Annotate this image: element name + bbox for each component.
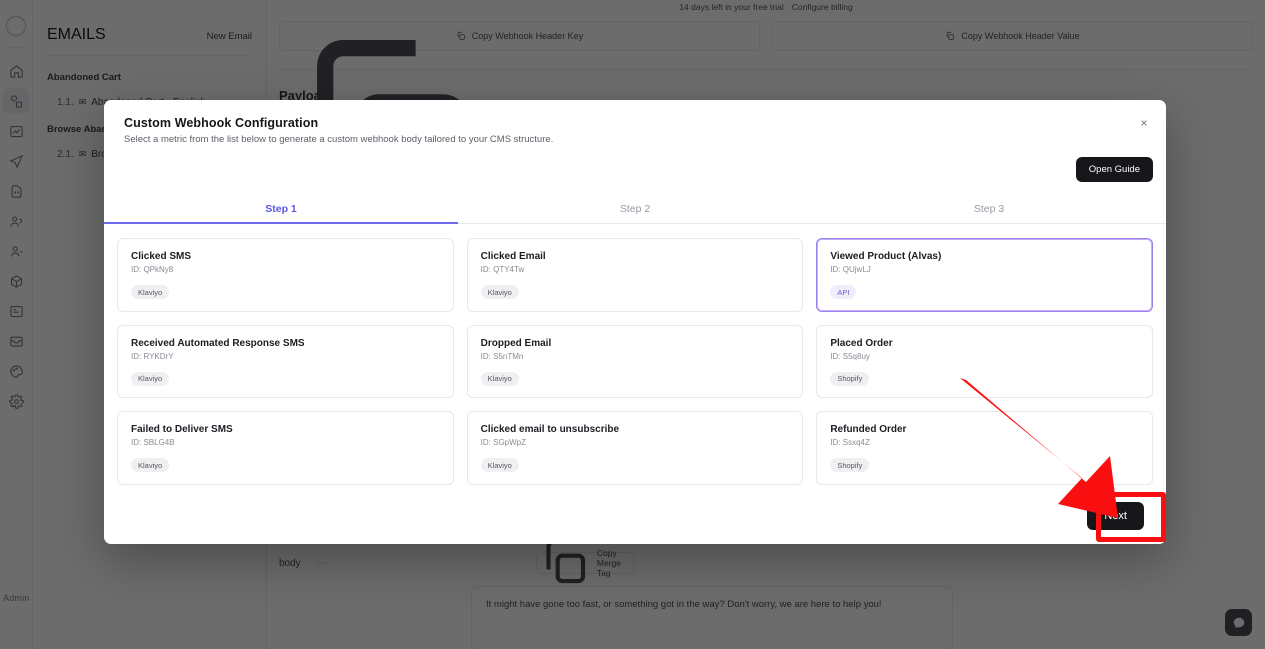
metric-card-name: Received Automated Response SMS — [131, 337, 305, 349]
metric-card[interactable]: Dropped Email ID: S5nTMn Klaviyo — [466, 324, 804, 398]
metric-card[interactable]: Refunded Order ID: Ssxq4Z Shopify — [816, 411, 1153, 485]
metric-source-badge: API — [830, 285, 857, 299]
metric-source-badge: Klaviyo — [480, 371, 519, 386]
metric-source-badge: Klaviyo — [480, 285, 519, 299]
metric-card-id: ID: SGpWpZ — [480, 438, 526, 447]
modal-title: Custom Webhook Configuration — [124, 116, 319, 130]
metric-card-id: ID: SBLG4B — [131, 438, 175, 447]
app-root: Admin EMAILS New Email Abandoned Cart 1.… — [0, 0, 1265, 649]
metric-card[interactable]: Placed Order ID: S5q8uy Shopify — [816, 324, 1153, 398]
tab-step-2[interactable]: Step 2 — [458, 203, 812, 223]
step-tabs: Step 1 Step 2 Step 3 — [104, 203, 1166, 224]
metrics-scroll-area[interactable]: Clicked SMS ID: QPkNy8 Klaviyo Clicked Emai… — [104, 224, 1166, 488]
metric-card-name: Clicked SMS — [131, 251, 192, 262]
modal-subtitle: Select a metric from the list below to g… — [124, 134, 554, 145]
metric-source-badge: Klaviyo — [131, 371, 170, 386]
metric-card-name: Viewed Product (Alvas) — [830, 251, 942, 262]
metrics-grid: Clicked SMS ID: QPkNy8 Klaviyo Clicked Emai… — [117, 224, 1153, 488]
metric-source-badge: Klaviyo — [131, 458, 170, 472]
next-button[interactable]: Next — [1087, 502, 1144, 530]
metric-card-id: ID: QTY4Tw — [480, 265, 525, 274]
metric-card-id: ID: S5q8uy — [830, 351, 870, 361]
close-icon[interactable]: × — [1136, 115, 1152, 131]
metric-source-badge: Shopify — [830, 458, 870, 472]
metric-card-name: Placed Order — [830, 337, 893, 349]
metric-card[interactable]: Clicked email to unsubscribe ID: SGpWpZ Kl… — [466, 411, 804, 485]
metric-source-badge: Klaviyo — [480, 458, 519, 472]
metric-card[interactable]: Received Automated Response SMS ID: RYKDr… — [117, 324, 454, 398]
modal-footer: Next — [104, 488, 1166, 544]
custom-webhook-configuration-modal: Custom Webhook Configuration Select a me… — [104, 100, 1166, 544]
metric-card-id: ID: S5nTMn — [480, 351, 524, 361]
metric-card-id: ID: RYKDrY — [131, 351, 174, 361]
metric-source-badge: Klaviyo — [131, 285, 170, 299]
metric-card[interactable]: Clicked SMS ID: QPkNy8 Klaviyo — [117, 238, 454, 312]
guide-row: Open Guide — [104, 145, 1166, 182]
metric-card-name: Failed to Deliver SMS — [131, 424, 233, 435]
metric-source-badge: Shopify — [830, 371, 870, 386]
metric-card[interactable]: Clicked Email ID: QTY4Tw Klaviyo — [466, 238, 804, 312]
metric-card-id: ID: Ssxq4Z — [830, 438, 870, 447]
tab-step-1[interactable]: Step 1 — [104, 203, 458, 224]
metric-card-name: Dropped Email — [480, 337, 552, 349]
metric-card-name: Refunded Order — [830, 424, 907, 435]
metric-card-id: ID: QUjwLJ — [830, 265, 871, 274]
tab-step-3[interactable]: Step 3 — [812, 203, 1166, 223]
metric-card-name: Clicked email to unsubscribe — [480, 424, 620, 435]
metric-card-name: Clicked Email — [480, 251, 546, 262]
modal-header: Custom Webhook Configuration Select a me… — [104, 100, 1166, 145]
metric-card[interactable]: Failed to Deliver SMS ID: SBLG4B Klaviyo — [117, 411, 454, 485]
metric-card-id: ID: QPkNy8 — [131, 265, 174, 274]
open-guide-button[interactable]: Open Guide — [1075, 157, 1153, 182]
metric-card[interactable]: Viewed Product (Alvas) ID: QUjwLJ API — [816, 238, 1153, 312]
